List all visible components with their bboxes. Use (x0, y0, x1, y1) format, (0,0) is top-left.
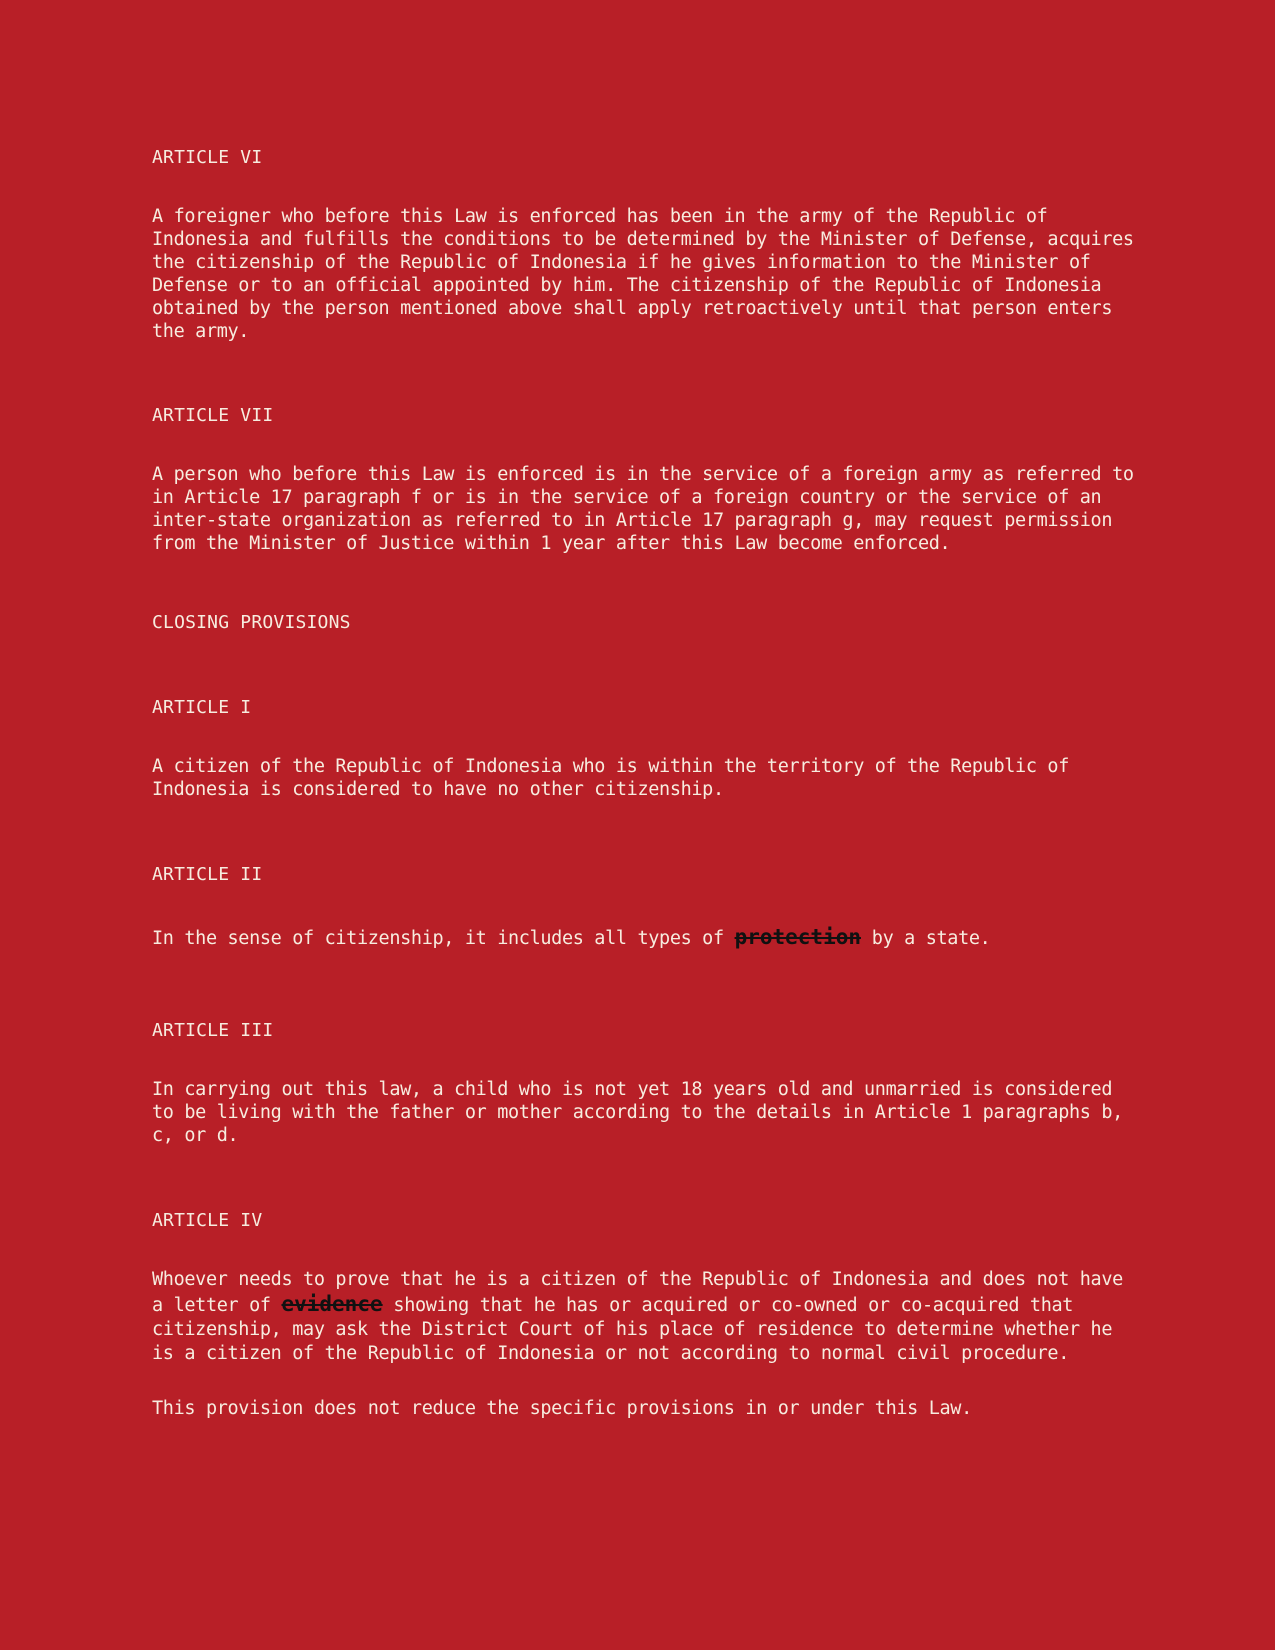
closing-article-i-heading: ARTICLE I (152, 697, 252, 718)
closing-article-iii-heading: ARTICLE III (152, 1020, 274, 1041)
article-ii-text-before: In the sense of citizenship, it includes… (152, 928, 735, 949)
closing-article-iv-paragraph: Whoever needs to prove that he is a citi… (152, 1268, 1142, 1366)
closing-article-i-paragraph: A citizen of the Republic of Indonesia w… (152, 756, 1069, 800)
article-vi-heading: ARTICLE VI (152, 147, 263, 168)
article-vi-paragraph: A foreigner who before this Law is enfor… (152, 206, 1134, 342)
closing-provisions-heading: CLOSING PROVISIONS (152, 612, 351, 633)
closing-article-iii-paragraph: In carrying out this law, a child who is… (152, 1079, 1123, 1146)
document-page: ARTICLE VI A foreigner who before this L… (152, 0, 1152, 1650)
closing-article-ii-paragraph: In the sense of citizenship, it includes… (152, 926, 1142, 950)
article-ii-text-after: by a state. (861, 928, 991, 949)
article-vii-paragraph: A person who before this Law is enforced… (152, 464, 1134, 554)
closing-article-ii-heading: ARTICLE II (152, 864, 263, 885)
article-vii-heading: ARTICLE VII (152, 405, 274, 426)
redacted-word-protection: protection (734, 925, 861, 949)
closing-article-iv-paragraph-2: This provision does not reduce the speci… (152, 1398, 972, 1419)
closing-article-iv-heading: ARTICLE IV (152, 1210, 263, 1231)
redacted-word-evidence: evidence (281, 1292, 383, 1316)
